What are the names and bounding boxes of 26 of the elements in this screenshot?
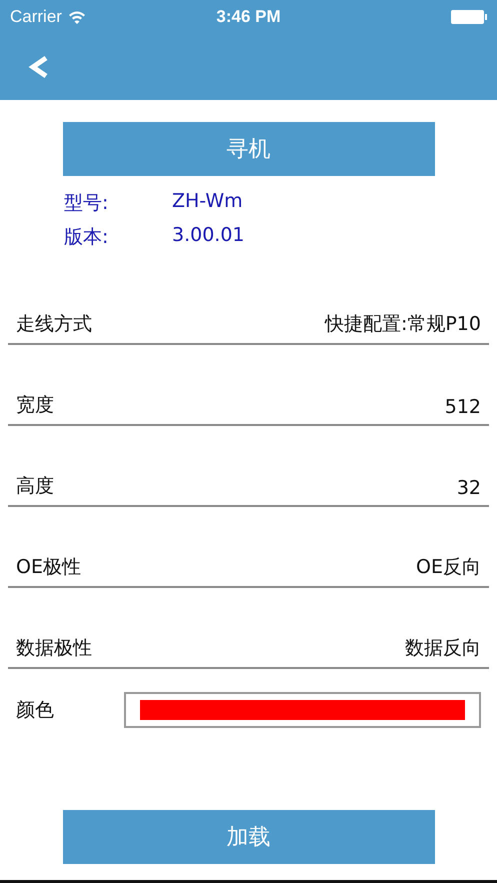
settings-row[interactable]: 走线方式 快捷配置:常规P10 [8, 264, 489, 345]
setting-value: 32 [456, 477, 481, 499]
setting-value: OE反向 [416, 555, 481, 580]
info-value: 3.00.01 [172, 224, 245, 248]
settings-row[interactable]: 宽度 512 [8, 345, 489, 426]
back-button[interactable] [28, 55, 50, 79]
setting-label: 宽度 [16, 393, 54, 418]
setting-value: 数据反向 [405, 636, 481, 661]
setting-label: 颜色 [16, 698, 55, 722]
color-field[interactable] [124, 692, 481, 728]
wifi-icon [68, 10, 86, 24]
setting-label: 高度 [16, 474, 54, 499]
setting-value: 512 [444, 396, 481, 418]
setting-label: 数据极性 [16, 636, 92, 661]
setting-label: 走线方式 [16, 312, 92, 337]
info-label: 型号: [64, 191, 110, 216]
info-value: ZH-Wm [172, 190, 243, 214]
setting-value: 快捷配置:常规P10 [324, 312, 481, 337]
settings-row[interactable]: OE极性 OE反向 [8, 507, 489, 588]
status-time: 3:46 PM [216, 7, 281, 27]
setting-label: OE极性 [16, 555, 81, 580]
carrier-name: Carrier [10, 7, 62, 27]
settings-row[interactable]: 高度 32 [8, 426, 489, 507]
info-label: 版本: [64, 225, 110, 250]
settings-row[interactable]: 数据极性 数据反向 [8, 588, 489, 669]
battery-icon [451, 10, 487, 24]
